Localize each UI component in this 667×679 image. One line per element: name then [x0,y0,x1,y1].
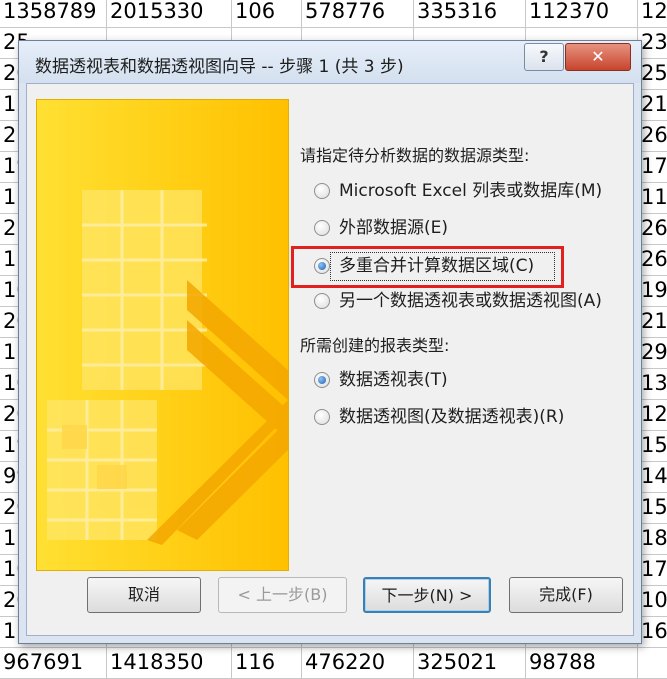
wizard-illustration [36,99,289,571]
sheet-cell[interactable]: 112370 [526,0,638,27]
sheet-cell[interactable]: 26 [638,213,667,244]
sheet-cell[interactable]: 325021 [414,647,526,678]
sheet-cell[interactable]: 18 [638,523,667,554]
sheet-cell[interactable]: 17 [638,554,667,585]
sheet-cell[interactable]: 335316 [414,0,526,27]
sheet-cell[interactable]: 16 [638,616,667,647]
help-button[interactable]: ? [524,43,564,71]
sheet-cell[interactable]: 12 [638,0,667,27]
highlight-annotation [291,246,564,288]
radio-pivot-chart[interactable] [314,409,330,425]
back-button[interactable]: < 上一步(B) [218,577,347,613]
sheet-row: 967691 1418350 116 476220 325021 98788 [0,647,667,679]
report-section-label: 所需创建的报表类型: [300,336,450,355]
cancel-button[interactable]: 取消 [87,577,201,613]
sheet-cell[interactable]: 98788 [526,647,638,678]
sheet-cell[interactable]: 1418350 [107,647,232,678]
close-button[interactable]: ✕ [565,43,631,71]
sheet-cell[interactable]: 15 [638,430,667,461]
option-label: 数据透视表(T) [339,370,448,390]
sheet-cell[interactable]: 23 [638,27,667,58]
source-section-label: 请指定待分析数据的数据源类型: [300,146,530,165]
sheet-cell[interactable]: 106 [232,0,302,27]
sheet-cell[interactable]: 13 [638,368,667,399]
dialog-title: 数据透视表和数据透视图向导 -- 步骤 1 (共 3 步) [35,57,404,77]
option-label: 数据透视图(及数据透视表)(R) [339,407,565,427]
sheet-cell[interactable]: 21 [638,89,667,120]
sheet-cell[interactable]: 967691 [0,647,107,678]
sheet-cell[interactable]: 21 [638,306,667,337]
sheet-cell[interactable]: 10 [638,585,667,616]
sheet-cell[interactable]: 578776 [302,0,414,27]
sheet-cell[interactable]: 476220 [302,647,414,678]
sheet-cell[interactable] [638,647,667,678]
dialog-body: 请指定待分析数据的数据源类型: Microsoft Excel 列表或数据库(M… [26,83,634,636]
sheet-cell[interactable]: 26 [638,244,667,275]
option-label: 外部数据源(E) [339,218,449,238]
radio-excel-list[interactable] [314,183,330,199]
sheet-cell[interactable]: 25 [638,58,667,89]
pivot-wizard-dialog: 数据透视表和数据透视图向导 -- 步骤 1 (共 3 步) ? ✕ 请指定待分析… [18,40,642,644]
sheet-cell[interactable]: 19 [638,275,667,306]
sheet-cell[interactable]: 12 [638,399,667,430]
sheet-row: 1358789 2015330 106 578776 335316 112370 12 [0,0,667,28]
sheet-cell[interactable]: 1358789 [0,0,107,27]
sheet-cell[interactable]: 14 [638,461,667,492]
sheet-cell[interactable]: 29 [638,337,667,368]
option-label: Microsoft Excel 列表或数据库(M) [339,181,603,201]
sheet-cell[interactable]: 11 [638,182,667,213]
finish-button[interactable]: 完成(F) [509,577,623,613]
sheet-cell[interactable]: 15 [638,492,667,523]
option-label: 另一个数据透视表或数据透视图(A) [339,291,602,311]
radio-pivot-table[interactable] [314,372,330,388]
radio-external-source[interactable] [314,220,330,236]
radio-other-pivot[interactable] [314,293,330,309]
sheet-cell[interactable]: 116 [232,647,302,678]
dialog-titlebar[interactable]: 数据透视表和数据透视图向导 -- 步骤 1 (共 3 步) ? ✕ [19,41,641,83]
next-button[interactable]: 下一步(N) > [363,577,491,613]
sheet-cell[interactable]: 2015330 [107,0,232,27]
sheet-cell[interactable]: 17 [638,151,667,182]
sheet-cell[interactable]: 26 [638,120,667,151]
